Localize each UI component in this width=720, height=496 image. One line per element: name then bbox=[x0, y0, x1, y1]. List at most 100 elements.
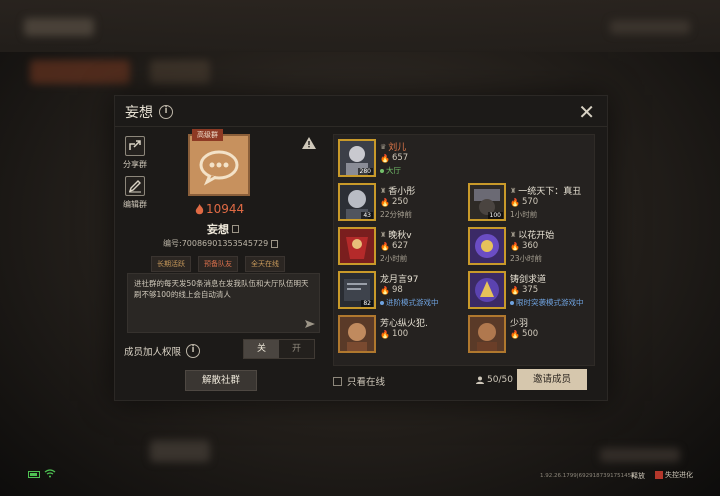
advanced-club-badge: 高级群 bbox=[192, 129, 223, 141]
member-avatar: 100 bbox=[468, 183, 506, 221]
member-name-row: ♜ 晚秋v bbox=[380, 228, 412, 242]
info-icon[interactable]: i bbox=[186, 344, 201, 358]
report-warning-icon[interactable] bbox=[302, 134, 316, 149]
club-notice[interactable]: 进社群的每天发50条消息在发我队伍和大厅队伍明天刷不够100的线上会自动清人 bbox=[127, 273, 320, 333]
online-dot bbox=[380, 168, 384, 173]
disband-club-button[interactable]: 解散社群 bbox=[185, 370, 257, 391]
member-score-row: 🔥 375 bbox=[510, 285, 538, 295]
member-score-row: 🔥 657 bbox=[380, 153, 408, 163]
copy-icon[interactable] bbox=[232, 225, 239, 233]
share-icon bbox=[125, 136, 145, 156]
toggle-off-option[interactable]: 关 bbox=[244, 340, 279, 358]
member-name: 龙月言97 bbox=[380, 275, 419, 285]
club-heat: 10944 bbox=[195, 202, 244, 216]
member-item[interactable]: ♜ 晚秋v 🔥 627 2小时前 bbox=[336, 225, 461, 269]
member-name: 香小彤 bbox=[388, 187, 416, 197]
heat-value: 10944 bbox=[206, 202, 245, 216]
member-name-row: 少羽 bbox=[510, 316, 528, 329]
member-score: 100 bbox=[391, 329, 409, 339]
member-status-row: 进阶模式游戏中 bbox=[380, 297, 439, 308]
member-status: 23小时前 bbox=[510, 254, 543, 263]
club-avatar[interactable]: 高级群 bbox=[188, 129, 250, 196]
member-name-row: ♜ 香小彤 bbox=[380, 184, 416, 198]
member-status-row: 限时突袭模式游戏中 bbox=[510, 297, 584, 308]
invite-member-button[interactable]: 邀请成员 bbox=[517, 369, 587, 390]
member-level: 280 bbox=[357, 168, 373, 175]
member-avatar: 43 bbox=[338, 183, 376, 221]
game-logo-icon bbox=[655, 471, 663, 479]
flame-icon: 🔥 bbox=[510, 241, 520, 251]
member-item[interactable]: 280 ♛ 刘儿 🔥 657 大厅 bbox=[336, 137, 461, 181]
edit-label: 编辑群 bbox=[123, 200, 147, 209]
chat-bubble-icon bbox=[190, 136, 248, 194]
member-status-row: 2小时前 bbox=[380, 253, 407, 264]
toggle-on-option[interactable]: 开 bbox=[279, 340, 314, 358]
ingame-dot bbox=[380, 300, 384, 305]
info-icon[interactable]: i bbox=[159, 105, 173, 119]
member-status-row: 1小时前 bbox=[510, 209, 537, 220]
club-dialog: 妄想 i ✕ 分享群 编辑群 高级群 10944 妄想 编号:700869013… bbox=[114, 95, 608, 401]
club-id-row: 编号:70086901353545729 bbox=[163, 238, 279, 249]
member-name: 少羽 bbox=[510, 319, 529, 329]
divider bbox=[115, 126, 607, 127]
member-item[interactable]: ♜ 以花开始 🔥 360 23小时前 bbox=[466, 225, 591, 269]
member-score-row: 🔥 627 bbox=[380, 241, 408, 251]
dialog-title: 妄想 bbox=[125, 105, 153, 121]
member-score: 657 bbox=[391, 153, 409, 163]
background-blur bbox=[30, 60, 130, 84]
member-item[interactable]: 43 ♜ 香小彤 🔥 250 22分钟前 bbox=[336, 181, 461, 225]
member-score: 627 bbox=[391, 241, 409, 251]
rank-icon: ♜ bbox=[380, 186, 387, 195]
member-score-row: 🔥 98 bbox=[380, 285, 403, 295]
member-status: 大厅 bbox=[386, 166, 401, 175]
member-score: 250 bbox=[391, 197, 409, 207]
member-item[interactable]: 少羽 🔥 500 bbox=[466, 313, 591, 357]
member-status: 2小时前 bbox=[380, 254, 408, 263]
member-item[interactable]: 82 龙月言97 🔥 98 进阶模式游戏中 bbox=[336, 269, 461, 313]
member-score: 375 bbox=[521, 285, 539, 295]
checkbox-icon[interactable] bbox=[333, 376, 342, 386]
member-avatar: 280 bbox=[338, 139, 376, 177]
member-score: 360 bbox=[521, 241, 539, 251]
member-permission-row: 成员加人权限 i bbox=[124, 344, 201, 358]
send-icon[interactable] bbox=[305, 320, 315, 328]
edit-club-button[interactable]: 编辑群 bbox=[121, 176, 149, 210]
member-score-row: 🔥 250 bbox=[380, 197, 408, 207]
close-button[interactable]: ✕ bbox=[578, 100, 595, 124]
flame-icon: 🔥 bbox=[380, 153, 390, 163]
rank-icon: ♛ bbox=[380, 142, 387, 151]
permission-label: 成员加人权限 bbox=[124, 347, 182, 358]
club-name: 妄想 bbox=[207, 223, 229, 236]
member-avatar bbox=[468, 271, 506, 309]
club-name-row: 妄想 bbox=[207, 221, 239, 237]
background-blur bbox=[150, 60, 210, 84]
rank-icon: ♜ bbox=[510, 186, 517, 195]
member-status-row: 大厅 bbox=[380, 165, 401, 176]
member-level: 100 bbox=[487, 212, 503, 219]
club-tags: 长期活跃 预备队友 全天在线 bbox=[151, 256, 285, 272]
flame-icon: 🔥 bbox=[510, 197, 520, 207]
footer-logo: 失控进化 bbox=[655, 470, 693, 480]
footer-link[interactable]: 释放 bbox=[631, 471, 645, 481]
member-status: 限时突袭模式游戏中 bbox=[516, 298, 584, 307]
flame-icon: 🔥 bbox=[380, 329, 390, 339]
member-status-row: 22分钟前 bbox=[380, 209, 412, 220]
member-name-row: ♜ 一统天下：真丑 bbox=[510, 184, 582, 198]
club-tag: 全天在线 bbox=[245, 256, 285, 272]
share-club-button[interactable]: 分享群 bbox=[121, 136, 149, 170]
member-item[interactable]: 芳心纵火犯. 🔥 100 bbox=[336, 313, 461, 357]
member-list[interactable]: 280 ♛ 刘儿 🔥 657 大厅 43 ♜ 香小彤 🔥 250 22分钟前 100 ♜… bbox=[333, 134, 595, 366]
only-online-checkbox[interactable]: 只看在线 bbox=[333, 374, 385, 388]
permission-toggle[interactable]: 关 开 bbox=[243, 339, 315, 359]
copy-id-icon[interactable] bbox=[271, 239, 279, 248]
member-name-row: 铸剑求道 bbox=[510, 272, 546, 285]
member-item[interactable]: 100 ♜ 一统天下：真丑 🔥 570 1小时前 bbox=[466, 181, 591, 225]
member-item[interactable]: 铸剑求道 🔥 375 限时突袭模式游戏中 bbox=[466, 269, 591, 313]
member-name: 一统天下：真丑 bbox=[518, 187, 582, 197]
pencil-icon bbox=[125, 176, 145, 196]
member-name: 铸剑求道 bbox=[510, 275, 547, 285]
share-label: 分享群 bbox=[123, 160, 147, 169]
wifi-icon bbox=[44, 469, 56, 481]
member-name: 芳心纵火犯. bbox=[380, 319, 428, 329]
member-score: 570 bbox=[521, 197, 539, 207]
